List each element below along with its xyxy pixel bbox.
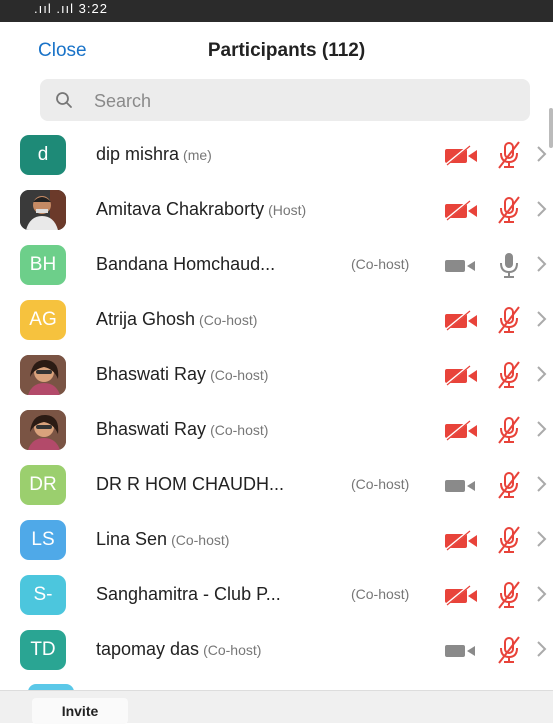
participant-row[interactable]: DR DR R HOM CHAUDH... (Co-host) — [0, 458, 553, 513]
mic-muted-icon[interactable] — [496, 526, 522, 559]
chevron-right-icon[interactable] — [535, 639, 547, 664]
video-off-icon[interactable] — [443, 419, 479, 446]
participant-row[interactable]: Bhaswati Ray (Co-host) — [0, 348, 553, 403]
video-icon[interactable] — [443, 254, 479, 281]
chevron-right-icon[interactable] — [535, 584, 547, 609]
mic-muted-icon[interactable] — [496, 196, 522, 229]
status-time: .ııl .ııl 3:22 — [34, 1, 108, 16]
mic-muted-icon[interactable] — [496, 581, 522, 614]
avatar: BH — [20, 245, 66, 285]
participant-name: Atrija Ghosh — [96, 309, 196, 329]
participant-row[interactable]: AG Atrija Ghosh (Co-host) — [0, 293, 553, 348]
chevron-right-icon[interactable] — [535, 309, 547, 334]
mic-muted-icon[interactable] — [496, 141, 522, 174]
participant-row[interactable]: Amitava Chakraborty (Host) — [0, 183, 553, 238]
footer-bar: Invite — [0, 690, 553, 724]
participant-row[interactable]: LS Lina Sen (Co-host) — [0, 513, 553, 568]
avatar: AG — [20, 300, 66, 340]
mic-muted-icon[interactable] — [496, 361, 522, 394]
participant-name: Bhaswati Ray — [96, 419, 207, 439]
participant-role: (Co-host) — [351, 256, 410, 272]
mic-muted-icon[interactable] — [496, 416, 522, 449]
avatar: LS — [20, 520, 66, 560]
participant-name: tapomay das — [96, 639, 200, 659]
participant-list: d dip mishra (me) Amitava Chakraborty (Host)… — [0, 128, 553, 678]
video-off-icon[interactable] — [443, 144, 479, 171]
chevron-right-icon[interactable] — [535, 364, 547, 389]
participant-name: dip mishra — [96, 144, 180, 164]
participant-name: Amitava Chakraborty — [96, 199, 265, 219]
participant-role: (Co-host) — [210, 367, 269, 383]
page-title: Participants (112) — [207, 40, 366, 61]
participant-row[interactable]: TD tapomay das (Co-host) — [0, 623, 553, 678]
participant-name: DR R HOM CHAUDH... — [96, 474, 284, 494]
participant-row[interactable]: d dip mishra (me) — [0, 128, 553, 183]
participant-role: (me) — [183, 147, 212, 163]
participant-role: (Co-host) — [351, 586, 410, 602]
invite-button[interactable]: Invite — [32, 698, 128, 724]
video-icon[interactable] — [443, 474, 479, 501]
participant-role: (Co-host) — [199, 312, 258, 328]
mic-muted-icon[interactable] — [496, 636, 522, 669]
video-off-icon[interactable] — [443, 199, 479, 226]
avatar — [20, 410, 66, 450]
chevron-right-icon[interactable] — [535, 144, 547, 169]
participant-name: Bhaswati Ray — [96, 364, 207, 384]
status-bar: .ııl .ııl 3:22 — [0, 0, 553, 22]
participant-role: (Co-host) — [210, 422, 269, 438]
video-off-icon[interactable] — [443, 529, 479, 556]
avatar: d — [20, 135, 66, 175]
search-bar[interactable] — [40, 79, 530, 123]
avatar: DR — [20, 465, 66, 505]
mic-icon[interactable] — [496, 251, 522, 284]
participant-row[interactable]: BH Bandana Homchaud... (Co-host) — [0, 238, 553, 293]
participant-row[interactable]: S- Sanghamitra - Club P... (Co-host) — [0, 568, 553, 623]
avatar — [20, 355, 66, 395]
header: Close Participants (112) — [0, 22, 553, 76]
mic-muted-icon[interactable] — [496, 306, 522, 339]
avatar: S- — [20, 575, 66, 615]
chevron-right-icon[interactable] — [535, 474, 547, 499]
chevron-right-icon[interactable] — [535, 199, 547, 224]
chevron-right-icon[interactable] — [535, 419, 547, 444]
video-icon[interactable] — [443, 639, 479, 666]
participant-role: (Co-host) — [171, 532, 230, 548]
participant-role: (Host) — [268, 202, 307, 218]
video-off-icon[interactable] — [443, 584, 479, 611]
participant-name: Bandana Homchaud... — [96, 254, 276, 274]
avatar — [20, 190, 66, 230]
chevron-right-icon[interactable] — [535, 254, 547, 279]
search-input[interactable] — [92, 79, 516, 123]
participant-role: (Co-host) — [203, 642, 262, 658]
video-off-icon[interactable] — [443, 309, 479, 336]
search-icon — [55, 91, 73, 114]
participant-name: Sanghamitra - Club P... — [96, 584, 281, 604]
mic-muted-icon[interactable] — [496, 471, 522, 504]
participant-role: (Co-host) — [351, 476, 410, 492]
chevron-right-icon[interactable] — [535, 529, 547, 554]
avatar: TD — [20, 630, 66, 670]
participant-name: Lina Sen — [96, 529, 168, 549]
video-off-icon[interactable] — [443, 364, 479, 391]
participant-row[interactable]: Bhaswati Ray (Co-host) — [0, 403, 553, 458]
